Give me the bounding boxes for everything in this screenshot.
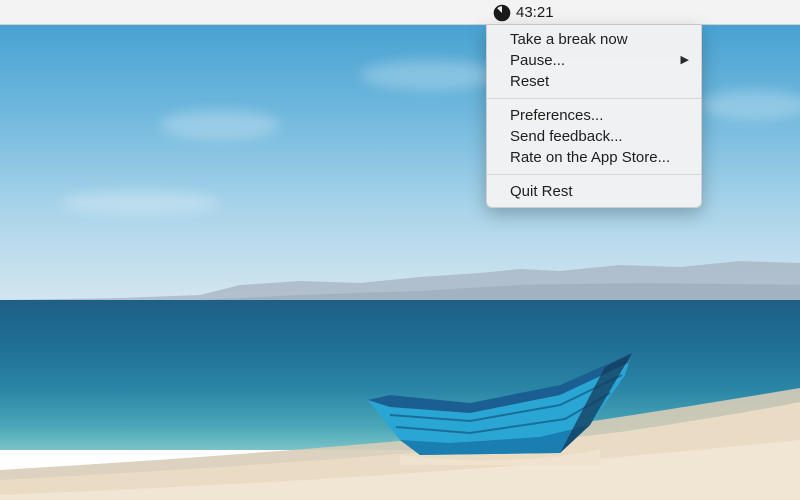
menu-bar: 43:21	[0, 0, 800, 25]
menu-item-label: Reset	[510, 73, 550, 90]
rest-timer-status-item[interactable]: 43:21	[489, 0, 558, 25]
menu-item-label: Send feedback...	[510, 128, 623, 145]
cloud	[60, 190, 220, 215]
menu-item-preferences[interactable]: Preferences...	[487, 105, 701, 126]
menu-item-take-break[interactable]: Take a break now	[487, 29, 701, 50]
status-dropdown-menu: Take a break now Pause... ▶ Reset Prefer…	[486, 25, 702, 208]
menu-separator	[487, 98, 701, 99]
menu-item-label: Rate on the App Store...	[510, 149, 671, 166]
mountain-range	[0, 261, 800, 305]
cloud	[360, 60, 500, 90]
menu-item-label: Pause...	[510, 52, 566, 69]
menu-item-label: Preferences...	[510, 107, 604, 124]
timer-time: 43:21	[516, 4, 554, 21]
blue-boat	[368, 353, 632, 465]
menu-item-label: Take a break now	[510, 31, 628, 48]
menu-item-pause[interactable]: Pause... ▶	[487, 50, 701, 71]
submenu-arrow-icon: ▶	[680, 54, 689, 66]
cloud	[160, 110, 280, 140]
menu-item-rate-app-store[interactable]: Rate on the App Store...	[487, 147, 701, 168]
timer-pie-icon	[493, 4, 511, 21]
cloud	[700, 90, 800, 120]
menu-item-send-feedback[interactable]: Send feedback...	[487, 126, 701, 147]
menu-item-label: Quit Rest	[510, 183, 573, 200]
menu-item-quit[interactable]: Quit Rest	[487, 181, 701, 202]
menu-separator	[487, 174, 701, 175]
menu-item-reset[interactable]: Reset	[487, 71, 701, 92]
